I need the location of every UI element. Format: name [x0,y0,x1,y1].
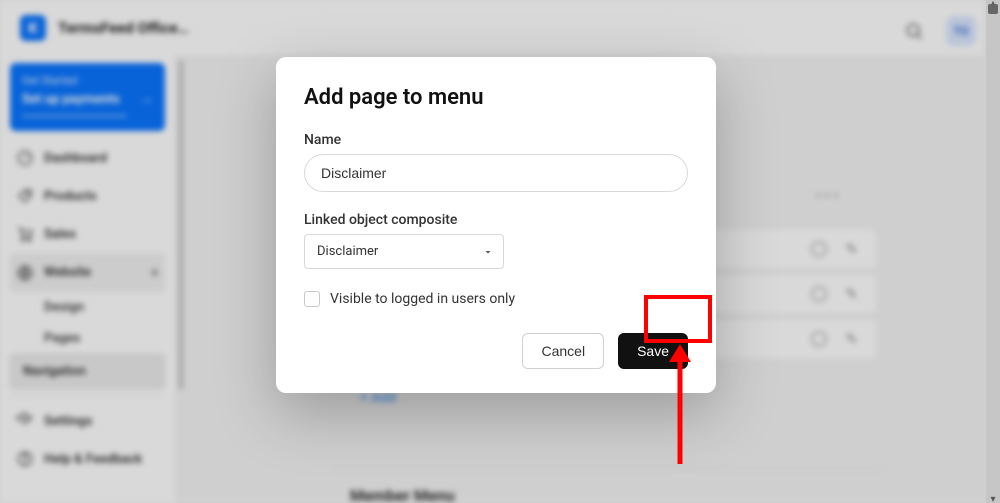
visible-label: Visible to logged in users only [330,291,515,307]
checkbox[interactable] [304,291,320,307]
name-input[interactable] [304,154,688,192]
save-button[interactable]: Save [618,333,688,369]
cancel-button[interactable]: Cancel [522,333,604,369]
linked-label: Linked object composite [304,212,688,228]
add-page-modal: Add page to menu Name Linked object comp… [276,57,716,393]
name-label: Name [304,132,688,148]
linked-select[interactable]: Disclaimer [304,234,504,269]
visible-checkbox-row[interactable]: Visible to logged in users only [304,291,688,307]
modal-title: Add page to menu [304,85,688,110]
